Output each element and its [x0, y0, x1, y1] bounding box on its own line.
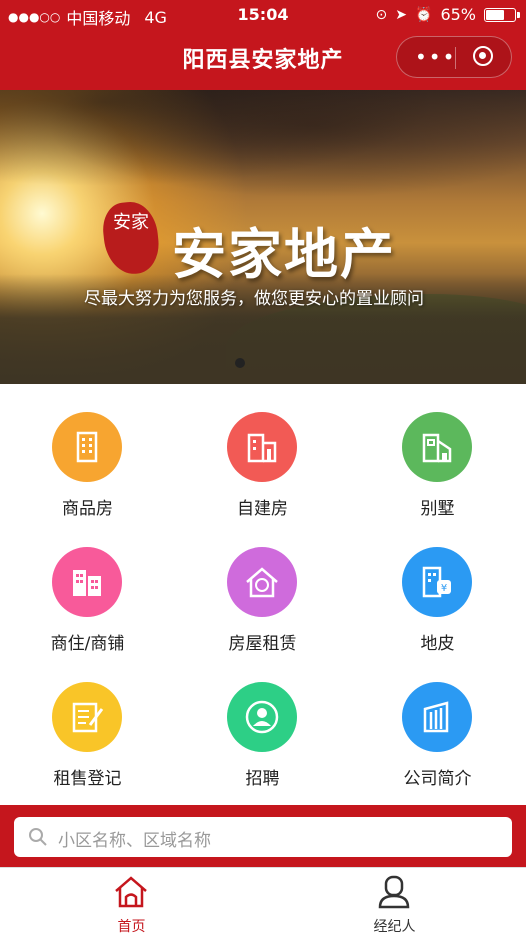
home-icon	[115, 876, 147, 908]
recruit-icon	[245, 700, 279, 734]
villa-icon	[422, 433, 452, 463]
tab-home[interactable]: 首页	[0, 868, 263, 936]
status-bar: ●●●○○ 中国移动 4G 15:04 ⊙ ➤ ⏰ 65%	[0, 0, 526, 30]
target-circle-icon[interactable]	[473, 46, 493, 66]
menu-label: 商品房	[62, 499, 113, 519]
search-bar: 小区名称、区域名称	[0, 805, 526, 867]
agent-icon	[378, 875, 410, 909]
menu-icon-bg	[227, 412, 297, 482]
menu-label: 自建房	[237, 499, 288, 519]
menu-icon-bg	[227, 547, 297, 617]
menu-label: 公司简介	[403, 769, 472, 789]
menu-icon-bg	[52, 412, 122, 482]
menu-icon-bg	[52, 682, 122, 752]
house-icon	[247, 433, 277, 463]
land-icon: ¥	[422, 566, 451, 598]
search-icon	[29, 828, 47, 846]
tab-label-home: 首页	[117, 919, 146, 935]
menu-label: 房屋租赁	[228, 634, 297, 654]
carousel-indicator[interactable]	[235, 358, 245, 368]
menu-label: 别墅	[420, 499, 455, 519]
search-placeholder: 小区名称、区域名称	[58, 831, 211, 851]
company-icon	[423, 701, 449, 733]
location-icon: ➤	[395, 6, 407, 23]
svg-text:¥: ¥	[441, 583, 447, 594]
banner-carousel[interactable]: 安家 安家地产 尽最大努力为您服务，做您更安心的置业顾问	[0, 90, 526, 384]
mini-program-capsule: •••	[396, 36, 512, 78]
more-dots-icon[interactable]: •••	[415, 47, 456, 67]
menu-label: 商住/商铺	[50, 634, 125, 654]
menu-item-self-built[interactable]: 自建房	[175, 384, 350, 519]
rotation-lock-icon: ⊙	[375, 6, 388, 23]
menu-icon-bg	[52, 547, 122, 617]
battery-icon	[484, 7, 520, 22]
category-grid: 商品房 自建房 别墅 商住/商铺 房屋租赁 ¥ 地皮 租售登记 招聘 公司简介	[0, 384, 526, 804]
menu-icon-bg: ¥	[402, 547, 472, 617]
rent-house-icon	[246, 567, 278, 598]
banner-brand: 安家地产	[172, 223, 396, 286]
tab-agent[interactable]: 经纪人	[263, 868, 526, 936]
menu-label: 地皮	[420, 634, 455, 654]
menu-item-commercial-housing[interactable]: 商品房	[0, 384, 175, 519]
menu-label: 招聘	[245, 769, 280, 789]
menu-item-register[interactable]: 租售登记	[0, 654, 175, 789]
menu-item-land[interactable]: ¥ 地皮	[350, 519, 525, 654]
tab-bar: 首页 经纪人	[0, 867, 526, 935]
seal-text: 安家	[113, 212, 149, 233]
shops-icon	[73, 570, 101, 596]
menu-icon-bg	[227, 682, 297, 752]
capsule-divider	[455, 47, 456, 69]
building-icon	[76, 431, 98, 463]
menu-item-shops[interactable]: 商住/商铺	[0, 519, 175, 654]
battery-percent: 65%	[440, 5, 476, 24]
register-icon	[72, 702, 104, 733]
menu-item-recruit[interactable]: 招聘	[175, 654, 350, 789]
menu-icon-bg	[402, 682, 472, 752]
alarm-icon: ⏰	[415, 6, 433, 23]
menu-label: 租售登记	[53, 769, 122, 789]
menu-item-rental[interactable]: 房屋租赁	[175, 519, 350, 654]
menu-item-villa[interactable]: 别墅	[350, 384, 525, 519]
banner-sky	[0, 90, 526, 210]
search-input[interactable]: 小区名称、区域名称	[14, 817, 512, 857]
banner-slogan: 尽最大努力为您服务，做您更安心的置业顾问	[84, 289, 424, 309]
tab-label-agent: 经纪人	[373, 919, 416, 935]
nav-bar: 阳西县安家地产 •••	[0, 30, 526, 90]
menu-icon-bg	[402, 412, 472, 482]
menu-item-company[interactable]: 公司简介	[350, 654, 525, 789]
